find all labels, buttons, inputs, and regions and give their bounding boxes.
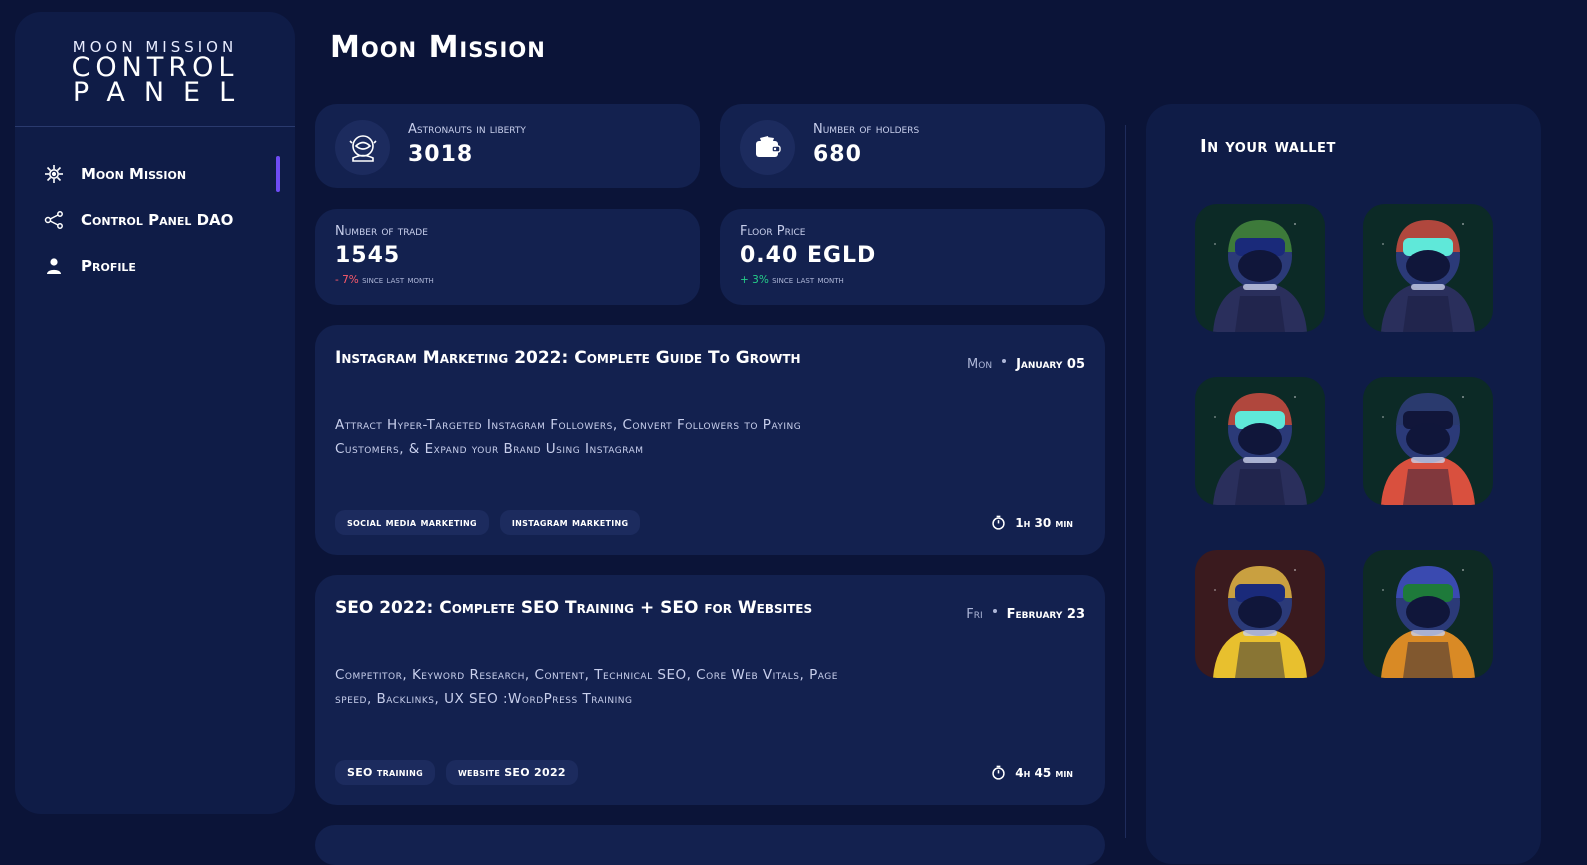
course-card[interactable]: Instagram Marketing 2022: Complete Guide… bbox=[315, 325, 1105, 555]
sidebar-item-moon-mission[interactable]: Moon Mission bbox=[15, 151, 295, 197]
stat-value: 0.40 EGLD bbox=[740, 243, 877, 268]
sidebar-item-label: Profile bbox=[81, 257, 136, 275]
course-date: Fri February 23 bbox=[966, 607, 1085, 622]
stat-label: Astronauts in liberty bbox=[408, 122, 526, 137]
course-date: Mon January 05 bbox=[967, 357, 1085, 372]
delta-positive: + 3% bbox=[740, 274, 769, 286]
astronaut-nft-5[interactable] bbox=[1195, 550, 1325, 678]
course-title: Instagram Marketing 2022: Complete Guide… bbox=[335, 348, 801, 368]
course-day: Mon bbox=[967, 357, 993, 372]
stat-card-floor-price: Floor Price 0.40 EGLD + 3% since last mo… bbox=[720, 209, 1105, 305]
course-card[interactable]: SEO 2022: Complete SEO Training + SEO fo… bbox=[315, 575, 1105, 805]
content-divider bbox=[1125, 125, 1126, 838]
stat-label: Number of holders bbox=[813, 122, 920, 137]
sidebar-item-control-panel-dao[interactable]: Control Panel DAO bbox=[15, 197, 295, 243]
share-nodes-icon bbox=[43, 209, 65, 231]
sidebar-item-profile[interactable]: Profile bbox=[15, 243, 295, 289]
stopwatch-icon bbox=[992, 765, 1005, 780]
astronaut-nft-1[interactable] bbox=[1195, 204, 1325, 332]
sidebar-item-label: Moon Mission bbox=[81, 165, 187, 183]
stat-label: Number of trade bbox=[335, 224, 428, 239]
stat-value: 680 bbox=[813, 142, 862, 167]
stat-card-astronauts: Astronauts in liberty 3018 bbox=[315, 104, 700, 188]
course-tags: social media marketing instagram marketi… bbox=[335, 510, 641, 535]
sidebar-nav: Moon Mission Control Panel DAO Profile bbox=[15, 127, 295, 289]
astronaut-nft-4[interactable] bbox=[1363, 377, 1493, 505]
course-date-value: February 23 bbox=[1006, 607, 1085, 622]
astronaut-helmet-icon bbox=[335, 120, 390, 175]
tag[interactable]: instagram marketing bbox=[499, 510, 641, 535]
delta-negative: - 7% bbox=[335, 274, 359, 286]
astronaut-nft-6[interactable] bbox=[1363, 550, 1493, 678]
separator-dot bbox=[1002, 358, 1007, 363]
page-title: Moon Mission bbox=[330, 30, 546, 65]
stopwatch-icon bbox=[992, 515, 1005, 530]
tag[interactable]: website SEO 2022 bbox=[445, 760, 578, 785]
virus-icon bbox=[43, 163, 65, 185]
stat-delta: + 3% since last month bbox=[740, 274, 844, 286]
tag[interactable]: social media marketing bbox=[335, 510, 489, 535]
course-title: SEO 2022: Complete SEO Training + SEO fo… bbox=[335, 598, 813, 618]
stat-card-trade: Number of trade 1545 - 7% since last mon… bbox=[315, 209, 700, 305]
separator-dot bbox=[992, 608, 997, 613]
course-date-value: January 05 bbox=[1016, 357, 1085, 372]
sidebar-item-label: Control Panel DAO bbox=[81, 211, 234, 229]
stat-delta: - 7% since last month bbox=[335, 274, 434, 286]
course-card-partial[interactable] bbox=[315, 825, 1105, 865]
logo[interactable]: MOON MISSION CONTROL PANEL bbox=[15, 12, 295, 127]
astronaut-nft-2[interactable] bbox=[1363, 204, 1493, 332]
wallet-panel: In your wallet bbox=[1146, 104, 1541, 864]
stat-value: 1545 bbox=[335, 243, 401, 268]
course-day: Fri bbox=[966, 607, 983, 622]
course-tags: SEO training website SEO 2022 bbox=[335, 760, 578, 785]
stat-value: 3018 bbox=[408, 142, 474, 167]
delta-text: since last month bbox=[362, 274, 434, 286]
duration-text: 1h 30 min bbox=[1015, 515, 1073, 530]
user-icon bbox=[43, 255, 65, 277]
logo-line-3: PANEL bbox=[72, 77, 254, 108]
course-description: Attract Hyper-Targeted Instagram Followe… bbox=[335, 417, 802, 457]
duration-text: 4h 45 min bbox=[1015, 765, 1073, 780]
course-duration: 1h 30 min bbox=[991, 515, 1073, 530]
course-duration: 4h 45 min bbox=[991, 765, 1073, 780]
wallet-title: In your wallet bbox=[1200, 136, 1336, 157]
astronaut-nft-3[interactable] bbox=[1195, 377, 1325, 505]
delta-text: since last month bbox=[772, 274, 844, 286]
tag[interactable]: SEO training bbox=[335, 760, 435, 785]
stat-card-holders: Number of holders 680 bbox=[720, 104, 1105, 188]
stat-label: Floor Price bbox=[740, 224, 806, 239]
sidebar: MOON MISSION CONTROL PANEL Moon Mission bbox=[15, 12, 295, 814]
course-description: Competitor, Keyword Research, Content, T… bbox=[335, 667, 838, 707]
wallet-icon bbox=[740, 120, 795, 175]
